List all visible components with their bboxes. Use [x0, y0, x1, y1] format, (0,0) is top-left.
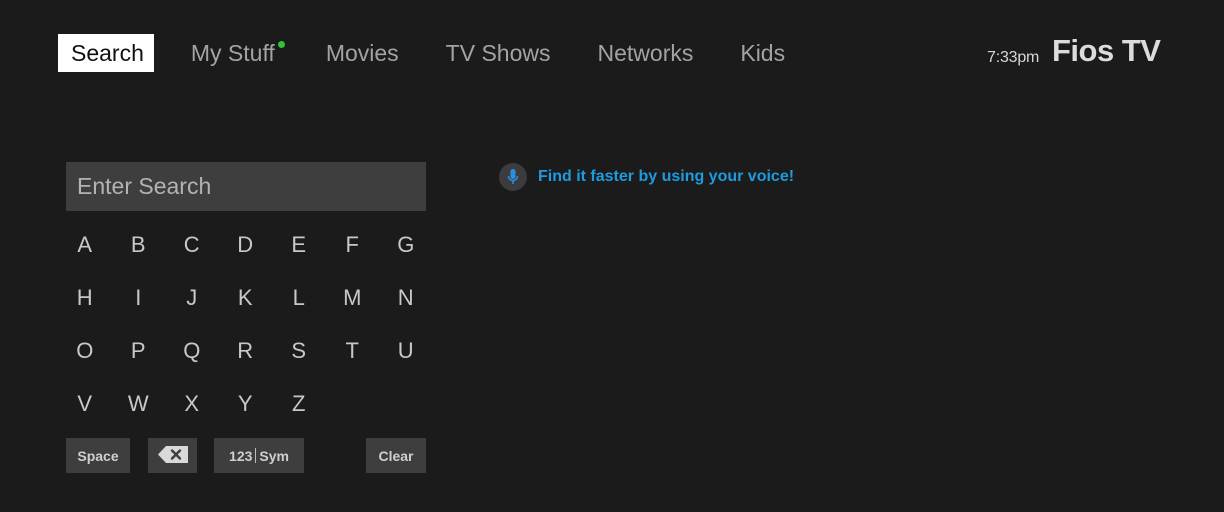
tab-movies-label: Movies: [325, 40, 399, 66]
separator: [255, 448, 257, 463]
key-s[interactable]: S: [272, 338, 326, 364]
voice-hint-text: Find it faster by using your voice!: [538, 168, 795, 185]
backspace-button[interactable]: [148, 438, 197, 473]
top-nav: Search My Stuff Movies TV Shows Networks…: [58, 34, 818, 72]
key-i[interactable]: I: [112, 285, 166, 311]
key-v[interactable]: V: [58, 391, 112, 417]
tab-kids-label: Kids: [740, 40, 786, 66]
keyboard-row: A B C D E F G: [58, 218, 433, 271]
key-x[interactable]: X: [165, 391, 219, 417]
key-f[interactable]: F: [326, 232, 380, 258]
voice-search-hint: Find it faster by using your voice!: [499, 163, 794, 191]
key-w[interactable]: W: [112, 391, 166, 417]
tab-my-stuff-label: My Stuff: [190, 40, 275, 66]
keyboard-row: O P Q R S T U: [58, 324, 433, 377]
key-a[interactable]: A: [58, 232, 112, 258]
tab-search[interactable]: Search: [58, 34, 154, 72]
search-input[interactable]: [77, 173, 407, 200]
notification-dot: [277, 41, 285, 48]
onscreen-keyboard: A B C D E F G H I J K L M N O P Q R S T …: [58, 218, 433, 430]
key-h[interactable]: H: [58, 285, 112, 311]
clock: 7:33pm: [987, 49, 1040, 66]
key-r[interactable]: R: [219, 338, 273, 364]
search-field[interactable]: [66, 162, 426, 211]
key-k[interactable]: K: [219, 285, 273, 311]
key-e[interactable]: E: [272, 232, 326, 258]
key-t[interactable]: T: [326, 338, 380, 364]
key-q[interactable]: Q: [165, 338, 219, 364]
backspace-icon: [157, 445, 188, 466]
space-button[interactable]: Space: [66, 438, 130, 473]
tab-tv-shows-label: TV Shows: [445, 40, 551, 66]
tab-networks-label: Networks: [597, 40, 694, 66]
key-z[interactable]: Z: [272, 391, 326, 417]
tab-movies[interactable]: Movies: [312, 34, 413, 72]
keyboard-function-row: Space 123 Sym Clear: [0, 438, 1224, 474]
space-button-label: Space: [77, 447, 119, 464]
clear-button-label: Clear: [378, 447, 414, 464]
fios-tv-logo: Fios TV: [1052, 33, 1161, 68]
key-o[interactable]: O: [58, 338, 112, 364]
tab-kids[interactable]: Kids: [726, 34, 799, 72]
key-j[interactable]: J: [165, 285, 219, 311]
tab-my-stuff[interactable]: My Stuff: [177, 34, 293, 72]
key-n[interactable]: N: [379, 285, 433, 311]
keyboard-row: H I J K L M N: [58, 271, 433, 324]
clear-button[interactable]: Clear: [366, 438, 426, 473]
tab-tv-shows[interactable]: TV Shows: [432, 34, 565, 72]
key-l[interactable]: L: [272, 285, 326, 311]
fios-search-screen: Search My Stuff Movies TV Shows Networks…: [0, 0, 1224, 512]
key-c[interactable]: C: [165, 232, 219, 258]
key-p[interactable]: P: [112, 338, 166, 364]
key-g[interactable]: G: [379, 232, 433, 258]
key-u[interactable]: U: [379, 338, 433, 364]
microphone-icon: [499, 163, 527, 191]
symbols-label: Sym: [259, 447, 289, 464]
key-b[interactable]: B: [112, 232, 166, 258]
tab-networks[interactable]: Networks: [584, 34, 708, 72]
numbers-label: 123: [229, 447, 253, 464]
key-m[interactable]: M: [326, 285, 380, 311]
keyboard-row: V W X Y Z: [58, 377, 433, 430]
numbers-symbols-button[interactable]: 123 Sym: [214, 438, 304, 473]
key-y[interactable]: Y: [219, 391, 273, 417]
key-d[interactable]: D: [219, 232, 273, 258]
tab-search-label: Search: [71, 40, 144, 66]
